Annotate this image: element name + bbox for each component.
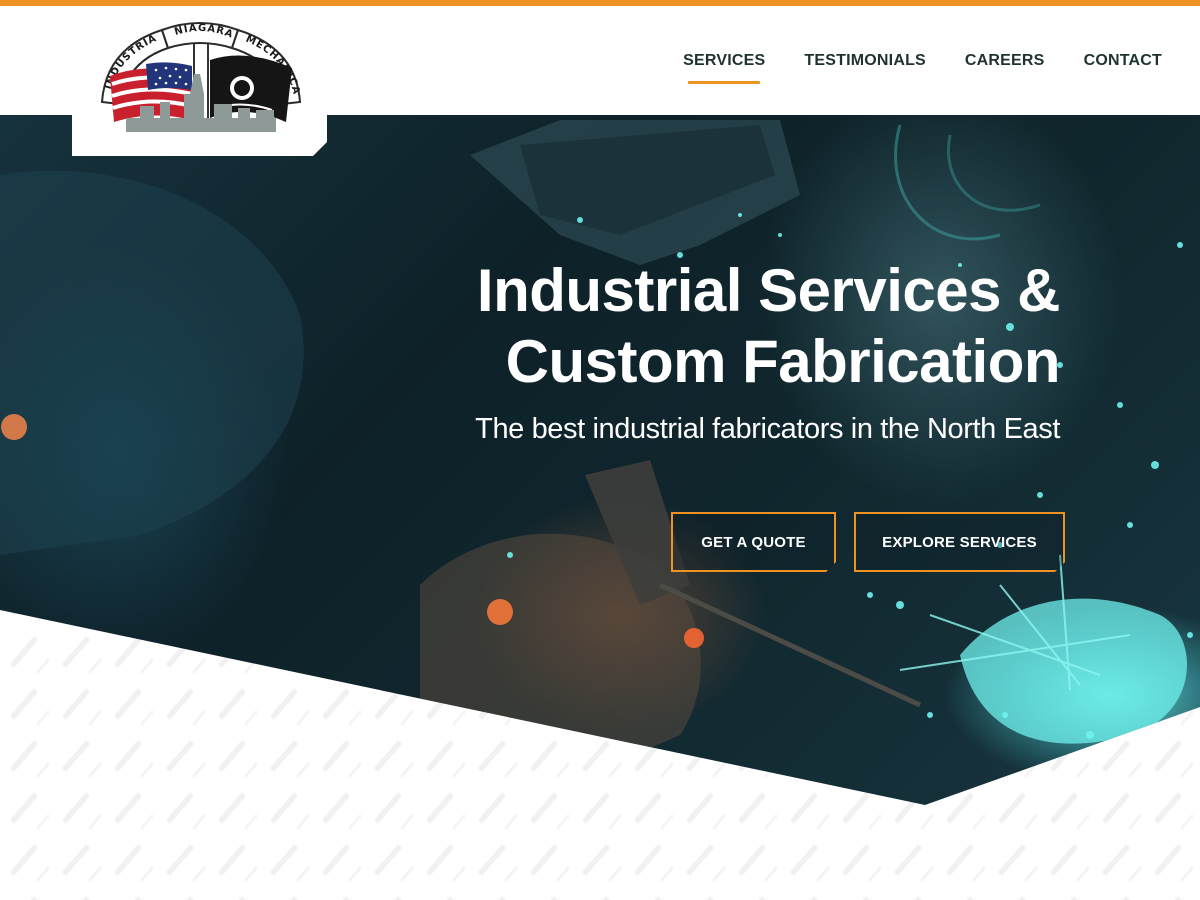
hero-title-line-1: Industrial Services & (476, 257, 1061, 324)
hero-title: Industrial Services & Custom Fabrication (476, 255, 1061, 397)
get-a-quote-button[interactable]: GET A QUOTE (671, 512, 836, 572)
logo[interactable]: INDUSTRIAL NIAGARA MECHANICAL (72, 6, 327, 156)
explore-services-button[interactable]: EXPLORE SERVICES (854, 512, 1065, 572)
main-nav: SERVICES TESTIMONIALS CAREERS CONTACT (683, 52, 1162, 84)
nav-item-services[interactable]: SERVICES (683, 52, 765, 84)
nav-item-contact[interactable]: CONTACT (1084, 52, 1162, 70)
hero-subtitle: The best industrial fabricators in the N… (475, 413, 1060, 445)
nav-item-testimonials[interactable]: TESTIMONIALS (804, 52, 926, 70)
hero-title-line-2: Custom Fabrication (505, 328, 1061, 395)
nav-item-careers[interactable]: CAREERS (965, 52, 1045, 70)
niagara-industrial-mechanical-logo: INDUSTRIAL NIAGARA MECHANICAL (96, 18, 302, 132)
